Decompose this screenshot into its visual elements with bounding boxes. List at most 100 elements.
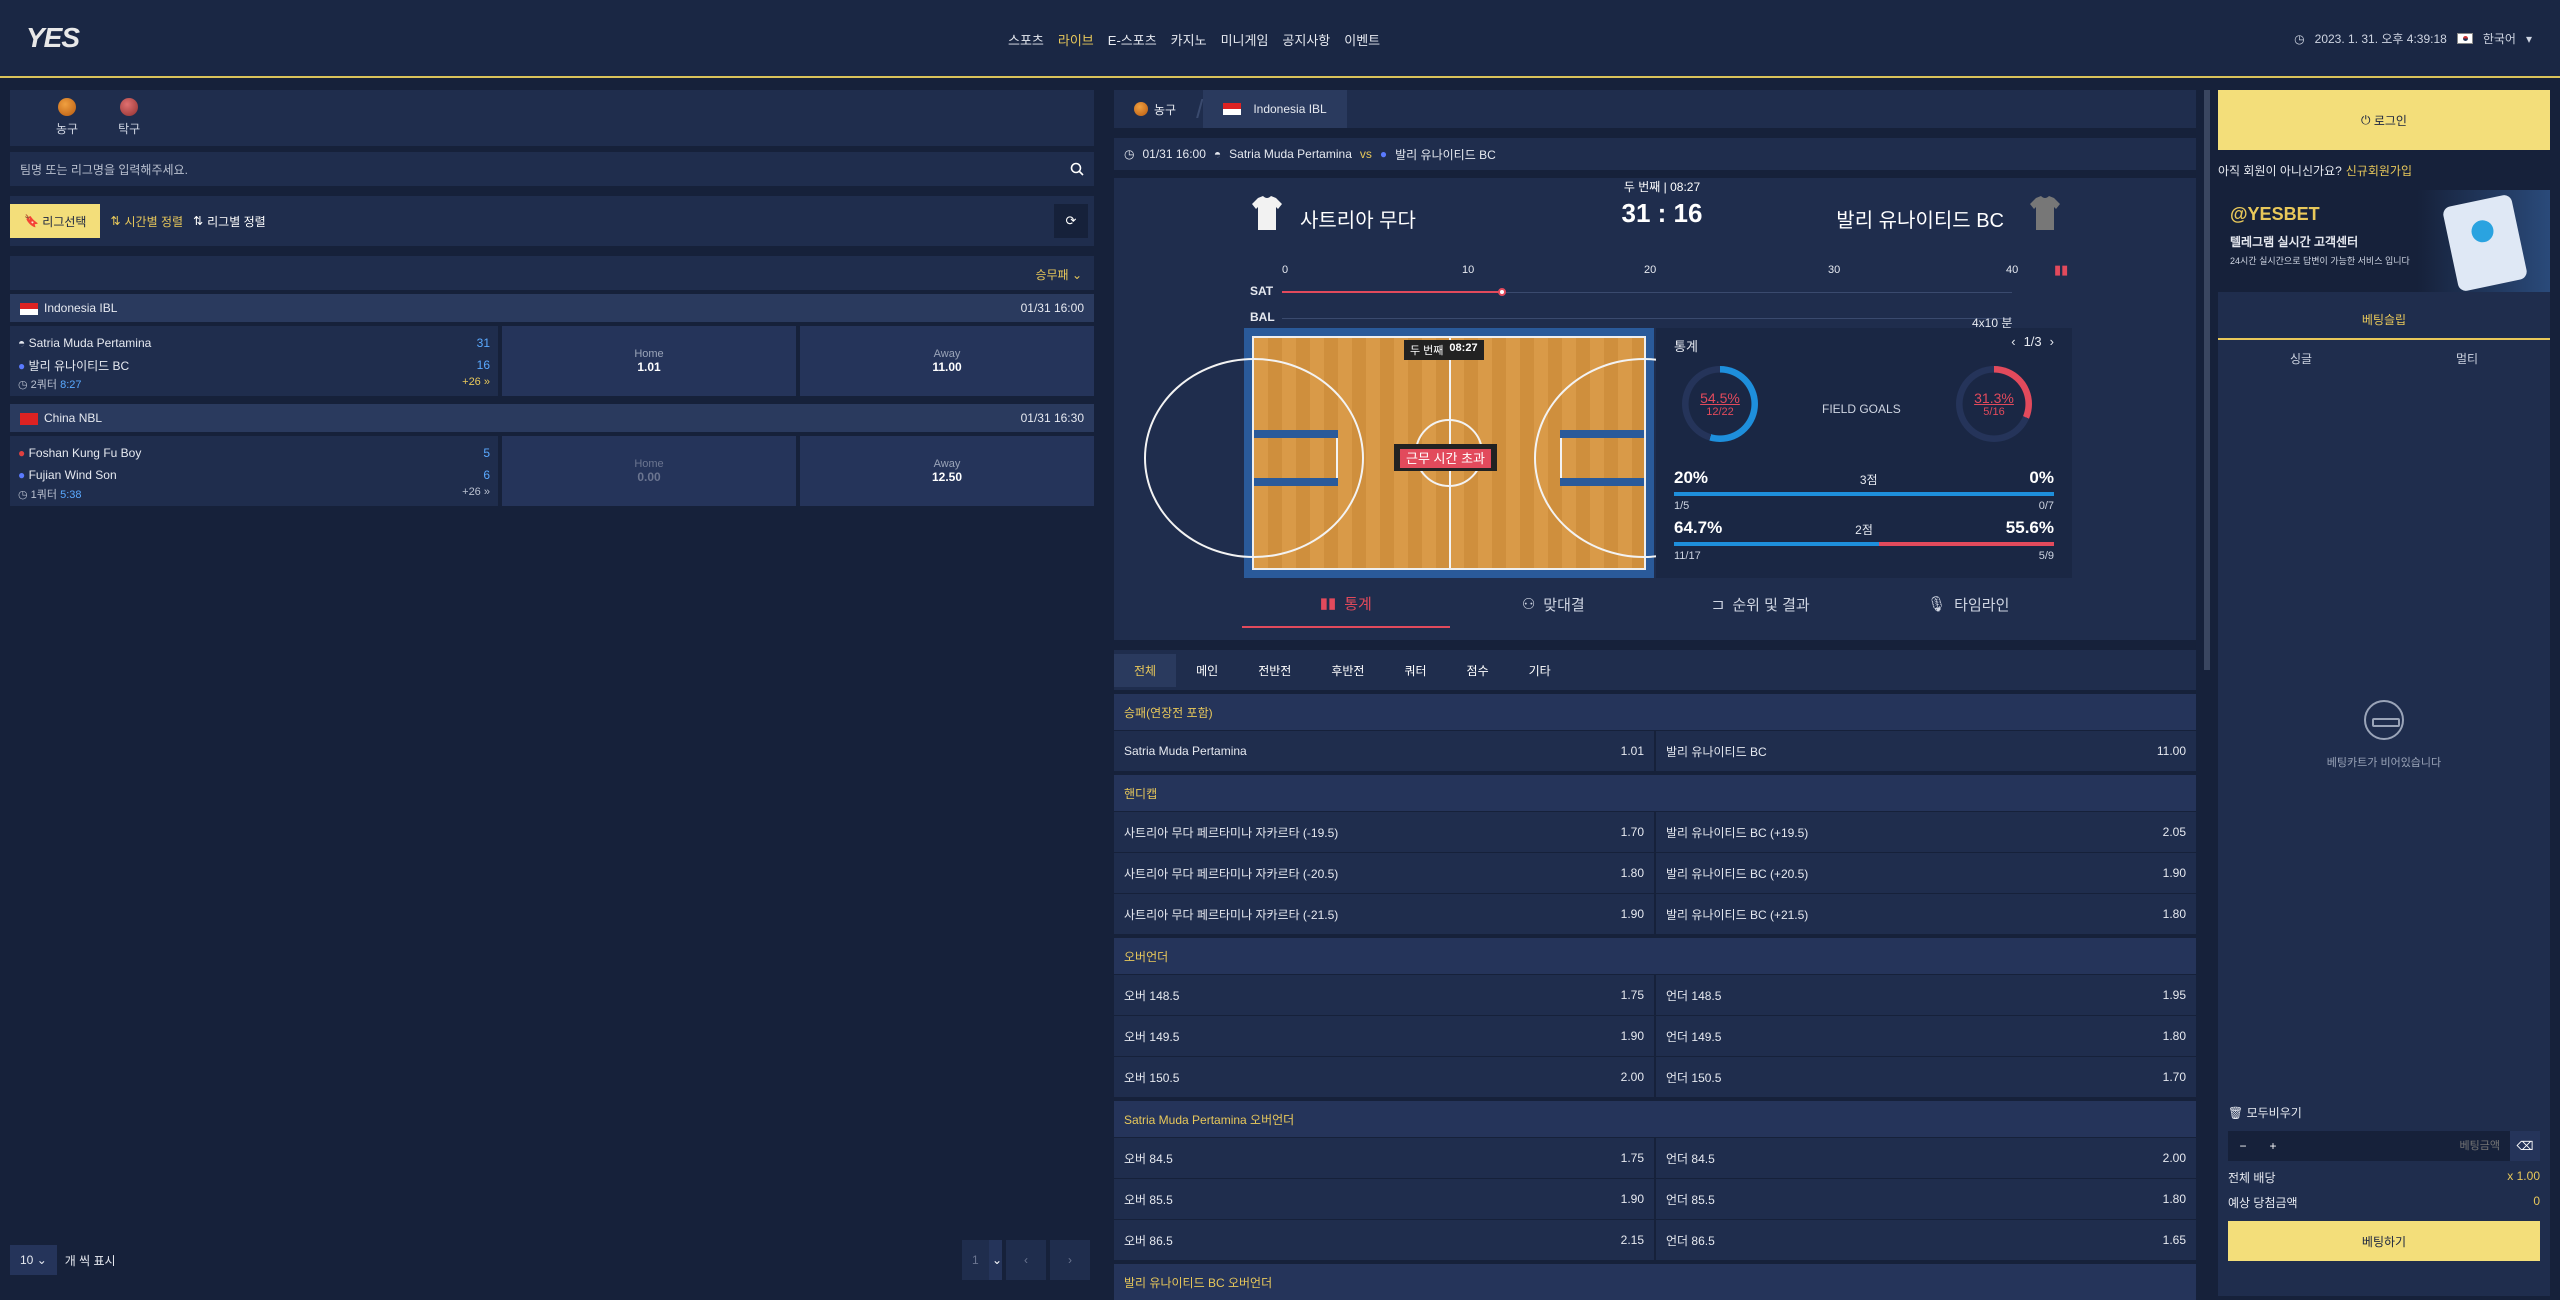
filter-bar: 🔖 리그선택 ⇅ 시간별 정렬 ⇅ 리그별 정렬 ⟳ (10, 196, 1094, 246)
market-list: 승패(연장전 포함) Satria Muda Pertamina 1.01 발리 유나… (1114, 694, 2196, 1300)
two-point-stat: 64.7% 2점 55.6% 11/17 5/9 (1674, 518, 2054, 562)
market-tab-second-half[interactable]: 후반전 (1311, 654, 1384, 687)
plus-button[interactable]: + (2258, 1139, 2288, 1153)
sport-tab-table-tennis[interactable]: 탁구 (118, 98, 140, 146)
market-tab-other[interactable]: 기타 (1509, 654, 1571, 687)
market-tab-main[interactable]: 메인 (1176, 654, 1238, 687)
market-tab-first-half[interactable]: 전반전 (1238, 654, 1311, 687)
match-teams[interactable]: ● Foshan Kung Fu Boy 5 ● Fujian Wind Son 6… (10, 436, 498, 506)
search-icon[interactable] (1070, 162, 1084, 176)
breadcrumb-sport[interactable]: 농구 (1114, 90, 1196, 128)
option-odd: 2.00 (2162, 1151, 2186, 1165)
league-header[interactable]: Indonesia IBL 01/31 16:00 (10, 294, 1094, 322)
match-teams[interactable]: ◓ Satria Muda Pertamina 31 ● 발리 유나이티드 BC 1… (10, 326, 498, 396)
market-option[interactable]: 발리 유나이티드 BC (+20.5) 1.90 (1654, 853, 2196, 893)
place-bet-button[interactable]: 베팅하기 (2228, 1221, 2540, 1261)
market-option[interactable]: 사트리아 무다 페르타미나 자카르타 (-19.5) 1.70 (1114, 812, 1654, 852)
nav-notice[interactable]: 공지사항 (1282, 30, 1330, 49)
telegram-promo-banner[interactable]: @YESBET 텔레그램 실시간 고객센터 24시간 실시간으로 답변이 가능한… (2218, 190, 2550, 293)
market-option[interactable]: 오버 86.5 2.15 (1114, 1220, 1654, 1260)
market-sort-select[interactable]: 승무패 ⌄ (10, 256, 1094, 290)
market-option[interactable]: 언더 150.5 1.70 (1654, 1057, 2196, 1097)
login-button[interactable]: ⏻ 로그인 (2218, 90, 2550, 150)
nav-event[interactable]: 이벤트 (1344, 30, 1380, 49)
market-option[interactable]: 언더 86.5 1.65 (1654, 1220, 2196, 1260)
market-tab-quarter[interactable]: 쿼터 (1384, 654, 1446, 687)
option-label: 발리 유나이티드 BC (+19.5) (1666, 825, 1809, 840)
tab-multi[interactable]: 멀티 (2384, 340, 2550, 376)
language-select[interactable]: 한국어 (2483, 30, 2516, 47)
nav-casino[interactable]: 카지노 (1171, 30, 1207, 49)
market-option[interactable]: 오버 85.5 1.90 (1114, 1179, 1654, 1219)
home-team-name: 사트리아 무다 (1300, 210, 1416, 232)
prev-page-button[interactable]: ‹ (1006, 1240, 1046, 1280)
market-option[interactable]: 발리 유나이티드 BC (+19.5) 2.05 (1654, 812, 2196, 852)
sport-tab-basketball[interactable]: 농구 (56, 98, 78, 146)
search-input[interactable]: 팀명 또는 리그명을 입력해주세요. (10, 152, 1094, 186)
timeline-tick: 10 (1462, 264, 1475, 276)
match-row[interactable]: ◓ Satria Muda Pertamina 31 ● 발리 유나이티드 BC 1… (10, 326, 1094, 396)
market-option[interactable]: 오버 149.5 1.90 (1114, 1016, 1654, 1056)
tab-timeline[interactable]: 🎙 타임라인 (1865, 580, 2073, 628)
more-markets[interactable]: +26 (462, 376, 481, 388)
three-home-pct: 20% (1674, 468, 1709, 487)
market-option[interactable]: 언더 85.5 1.80 (1654, 1179, 2196, 1219)
empty-cart-text: 베팅카트가 비어있습니다 (2326, 757, 2442, 769)
live-match-list: 농구 탁구 팀명 또는 리그명을 입력해주세요. 🔖 리그선택 ⇅ 시간별 정렬 … (10, 90, 1094, 1290)
away-odd-button[interactable]: Away 11.00 (800, 326, 1094, 396)
minus-button[interactable]: − (2228, 1139, 2258, 1153)
market-option[interactable]: 언더 84.5 2.00 (1654, 1138, 2196, 1178)
next-page-button[interactable]: › (1050, 1240, 1090, 1280)
sort-by-league[interactable]: ⇅ 리그별 정렬 (193, 213, 266, 230)
tab-label: 순위 및 결과 (1732, 596, 1810, 614)
market-option[interactable]: 오버 148.5 1.75 (1114, 975, 1654, 1015)
market-option[interactable]: 발리 유나이티드 BC 11.00 (1654, 731, 2196, 771)
chevron-left-icon[interactable]: ‹ (2011, 334, 2015, 349)
market-row: 오버 149.5 1.90 언더 149.5 1.80 (1114, 1016, 2196, 1056)
market-option[interactable]: 언더 149.5 1.80 (1654, 1016, 2196, 1056)
bar-chart-icon[interactable]: ▮▮ (2054, 262, 2068, 278)
signup-link[interactable]: 신규회원가입 (2346, 162, 2412, 179)
more-markets[interactable]: +26 (462, 486, 481, 498)
market-tab-all[interactable]: 전체 (1114, 653, 1177, 687)
tab-head-to-head[interactable]: ⚇ 맞대결 (1450, 580, 1658, 628)
market-option[interactable]: 사트리아 무다 페르타미나 자카르타 (-21.5) 1.90 (1114, 894, 1654, 934)
timeline-tick: 20 (1644, 264, 1657, 276)
eraser-icon[interactable]: ⌫ (2510, 1131, 2540, 1161)
market-option[interactable]: Satria Muda Pertamina 1.01 (1114, 731, 1654, 771)
tab-stats[interactable]: ▮▮ 통계 (1242, 580, 1450, 628)
breadcrumb-league[interactable]: Indonesia IBL (1203, 90, 1347, 128)
market-option[interactable]: 언더 148.5 1.95 (1654, 975, 2196, 1015)
chevron-down-icon[interactable]: ▾ (2526, 32, 2532, 46)
nav-minigame[interactable]: 미니게임 (1221, 30, 1269, 49)
nav-sports[interactable]: 스포츠 (1008, 30, 1044, 49)
tab-standings[interactable]: ⊐ 순위 및 결과 (1657, 580, 1865, 628)
option-odd: 1.70 (2162, 1070, 2186, 1084)
refresh-button[interactable]: ⟳ (1054, 204, 1088, 238)
league-header[interactable]: China NBL 01/31 16:30 (10, 404, 1094, 432)
scrollbar[interactable] (2204, 90, 2210, 670)
market-option[interactable]: 오버 150.5 2.00 (1114, 1057, 1654, 1097)
market-option[interactable]: 오버 84.5 1.75 (1114, 1138, 1654, 1178)
korea-flag-icon (2456, 33, 2473, 44)
nav-live[interactable]: 라이브 (1058, 30, 1094, 49)
three-away-ratio: 0/7 (2038, 500, 2054, 512)
page-size-select[interactable]: 10 ⌄ (10, 1245, 57, 1275)
clear-all-button[interactable]: 🗑 모두비우기 (2228, 1104, 2540, 1121)
match-row[interactable]: ● Foshan Kung Fu Boy 5 ● Fujian Wind Son 6… (10, 436, 1094, 506)
chevron-right-icon[interactable]: › (2050, 334, 2054, 349)
home-odd-button[interactable]: Home 1.01 (502, 326, 796, 396)
away-odd-button[interactable]: Away 12.50 (800, 436, 1094, 506)
market-option[interactable]: 발리 유나이티드 BC (+21.5) 1.80 (1654, 894, 2196, 934)
logo[interactable]: YES (26, 22, 80, 54)
market-option[interactable]: 사트리아 무다 페르타미나 자카르타 (-20.5) 1.80 (1114, 853, 1654, 893)
trash-icon: 🗑 (2228, 1106, 2247, 1120)
bet-amount-input[interactable] (2288, 1140, 2510, 1152)
league-select-button[interactable]: 🔖 리그선택 (10, 204, 101, 238)
sort-by-time[interactable]: ⇅ 시간별 정렬 (110, 213, 183, 230)
nav-esports[interactable]: E-스포츠 (1108, 30, 1157, 49)
tab-single[interactable]: 싱글 (2218, 340, 2384, 376)
page-select[interactable]: 1 ⌄ (962, 1240, 1002, 1280)
market-tab-points[interactable]: 점수 (1447, 654, 1509, 687)
home-odd-button[interactable]: Home 0.00 (502, 436, 796, 506)
